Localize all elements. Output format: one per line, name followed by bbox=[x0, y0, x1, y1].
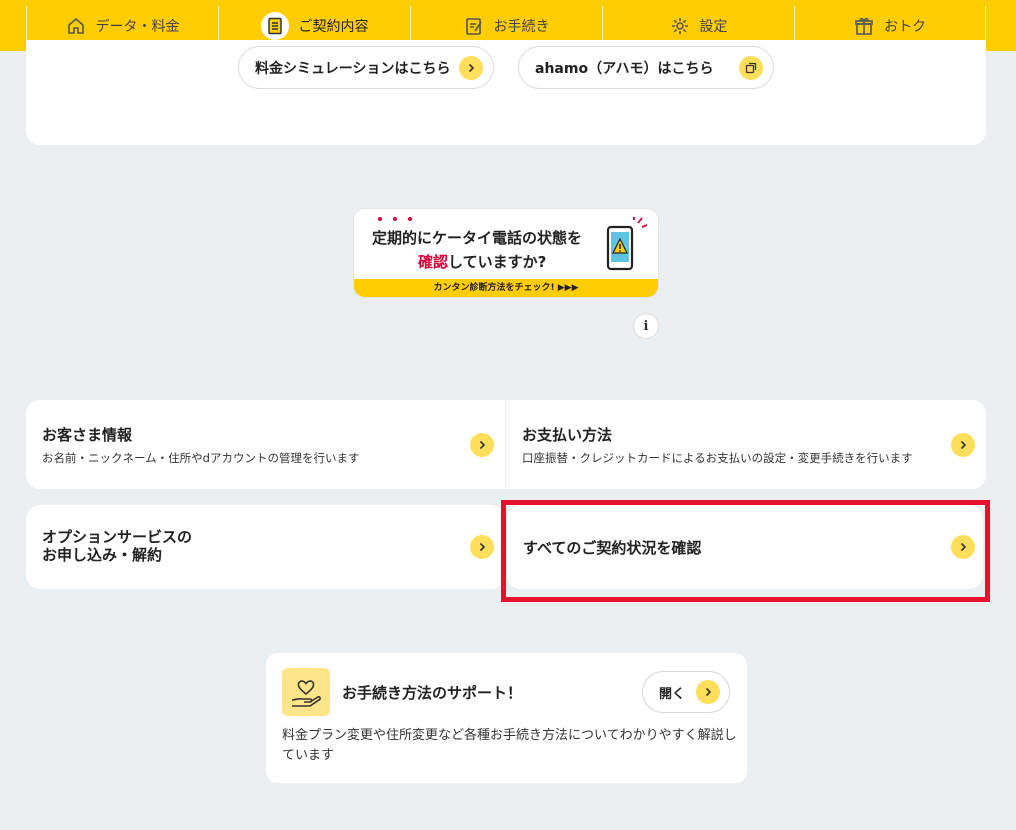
ahamo-link[interactable]: ahamo（アハモ）はこちら bbox=[518, 46, 774, 89]
page: データ・料金 ご契約内容 お手続き 設定 おトク 料金シミュレーションはこちら bbox=[0, 0, 1016, 830]
chevron-right-icon bbox=[459, 55, 483, 80]
gift-icon bbox=[855, 17, 873, 35]
payment-method-card[interactable]: お支払い方法 口座振替・クレジットカードによるお支払いの設定・変更手続きを行いま… bbox=[506, 400, 986, 489]
home-icon bbox=[67, 17, 84, 34]
customer-info-card[interactable]: お客さま情報 お名前・ニックネーム・住所やdアカウントの管理を行います bbox=[26, 400, 505, 489]
nav-item-label: 設定 bbox=[699, 18, 728, 35]
payment-method-desc: 口座振替・クレジットカードによるお支払いの設定・変更手続きを行います bbox=[522, 451, 913, 465]
top-card: 料金シミュレーションはこちら ahamo（アハモ）はこちら bbox=[26, 40, 986, 145]
chevron-right-icon bbox=[951, 433, 975, 457]
banner-emphasis: 確認 bbox=[418, 253, 449, 271]
chevron-right-icon bbox=[951, 535, 975, 559]
edit-icon bbox=[465, 17, 482, 35]
customer-info-title: お客さま情報 bbox=[42, 426, 133, 444]
option-services-title-line1: オプションサービスの bbox=[42, 528, 193, 546]
phone-warning-icon bbox=[606, 217, 648, 271]
phone-check-banner[interactable]: 定期的にケータイ電話の状態を 確認していますか? カンタン診断方法をチェック! … bbox=[353, 208, 659, 298]
ahamo-label: ahamo（アハモ）はこちら bbox=[535, 60, 714, 77]
fee-simulation-link[interactable]: 料金シミュレーションはこちら bbox=[238, 46, 494, 89]
option-services-card[interactable]: オプションサービスの お申し込み・解約 bbox=[26, 505, 505, 589]
payment-method-title: お支払い方法 bbox=[522, 426, 613, 444]
support-card: お手続き方法のサポート！ 開く 料金プラン変更や住所変更など各種お手続き方法につ… bbox=[266, 653, 747, 783]
heart-hand-icon bbox=[282, 668, 330, 716]
banner-line1: 定期的にケータイ電話の状態を bbox=[372, 229, 583, 247]
open-button-label: 開く bbox=[659, 686, 686, 702]
nav-item-label: ご契約内容 bbox=[298, 18, 369, 35]
open-button[interactable]: 開く bbox=[642, 671, 730, 713]
fee-simulation-label: 料金シミュレーションはこちら bbox=[255, 60, 451, 77]
settings-icon bbox=[671, 17, 688, 34]
banner-cta-strip: カンタン診断方法をチェック! ▶▶▶ bbox=[354, 279, 658, 297]
all-contracts-card[interactable]: すべてのご契約状況を確認 bbox=[507, 505, 983, 589]
banner-line2-rest: していますか? bbox=[448, 253, 547, 271]
nav-item-label: データ・料金 bbox=[95, 18, 180, 35]
banner-line2: 確認していますか? bbox=[418, 251, 546, 272]
option-services-title: オプションサービスの お申し込み・解約 bbox=[42, 528, 242, 564]
chevron-right-icon bbox=[696, 680, 720, 704]
option-services-title-line2: お申し込み・解約 bbox=[42, 546, 163, 564]
emphasis-dots bbox=[378, 217, 412, 221]
chevron-right-icon bbox=[470, 433, 494, 457]
support-title: お手続き方法のサポート！ bbox=[342, 684, 523, 702]
nav-item-label: お手続き bbox=[493, 18, 550, 35]
nav-item-label: おトク bbox=[884, 18, 926, 35]
chevron-right-icon bbox=[470, 535, 494, 559]
support-desc: 料金プラン変更や住所変更など各種お手続き方法についてわかりやすく解説しています bbox=[282, 728, 737, 763]
customer-info-desc: お名前・ニックネーム・住所やdアカウントの管理を行います bbox=[42, 451, 360, 465]
external-link-icon bbox=[739, 55, 763, 80]
all-contracts-title: すべてのご契約状況を確認 bbox=[523, 539, 702, 557]
document-icon bbox=[260, 11, 289, 40]
info-button[interactable]: i bbox=[633, 313, 659, 339]
